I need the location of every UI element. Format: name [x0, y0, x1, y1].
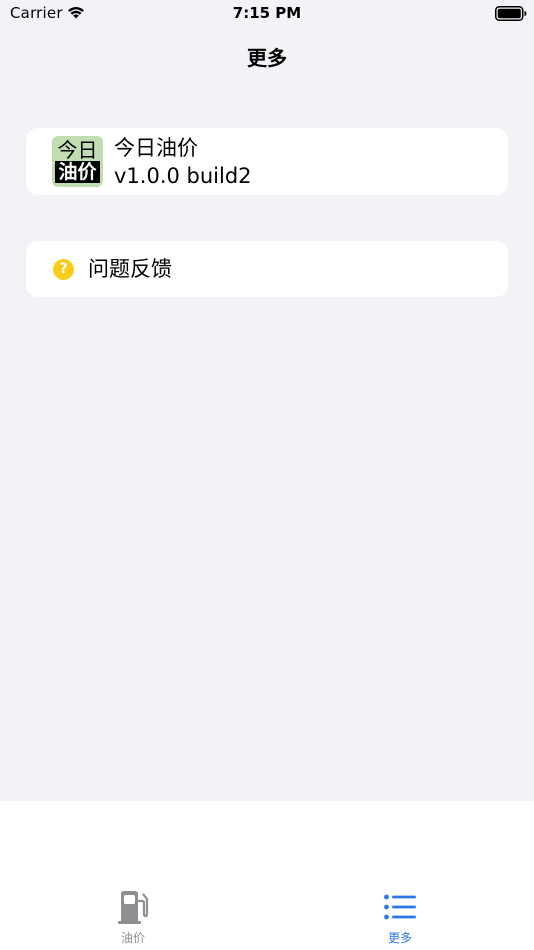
app-logo-top-text: 今日: [57, 138, 98, 162]
battery-icon: [495, 6, 527, 21]
app-info-card: 今日 油价 今日油价 v1.0.0 build2: [26, 128, 508, 195]
list-icon: [384, 894, 416, 920]
app-name: 今日油价: [114, 136, 198, 160]
tab-oil-price-label: 油价: [120, 931, 145, 945]
status-bar: Carrier 7:15 PM: [0, 0, 534, 28]
page-title: 更多: [247, 46, 287, 70]
app-version: v1.0.0 build2: [114, 164, 252, 188]
tab-oil-price[interactable]: 油价: [73, 889, 193, 949]
help-icon: ?: [53, 259, 74, 280]
feedback-label: 问题反馈: [88, 257, 172, 281]
status-time: 7:15 PM: [232, 4, 302, 22]
tab-bar: 油价 更多: [0, 801, 534, 950]
feedback-row[interactable]: ? 问题反馈: [26, 241, 508, 297]
app-logo: 今日 油价: [52, 136, 103, 187]
app-logo-bottom-text: 油价: [55, 161, 100, 183]
tab-more[interactable]: 更多: [340, 889, 460, 949]
tab-more-label: 更多: [387, 931, 412, 945]
gas-pump-icon: [118, 891, 149, 924]
